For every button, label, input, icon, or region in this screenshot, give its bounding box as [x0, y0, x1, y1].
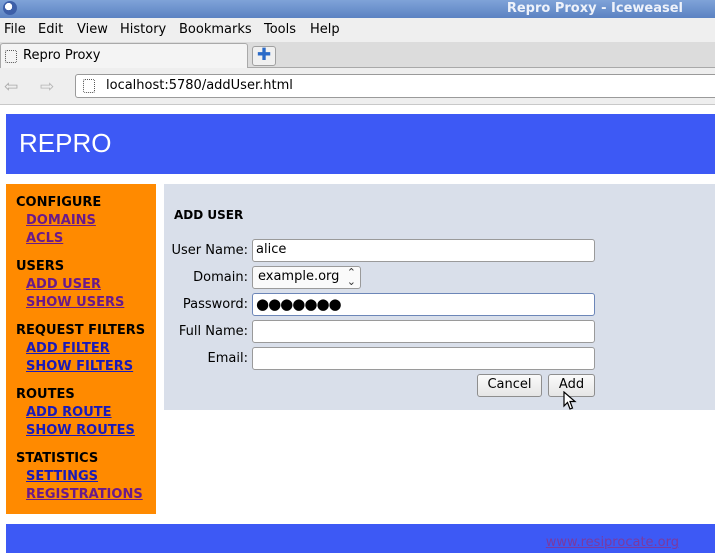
section-users: USERS [16, 259, 65, 274]
menu-history[interactable]: History [120, 21, 166, 38]
sidebar-link-acls[interactable]: ACLS [26, 231, 63, 246]
email-input[interactable] [252, 347, 595, 370]
sidebar-link-show-routes[interactable]: SHOW ROUTES [26, 423, 135, 438]
sidebar-link-add-route[interactable]: ADD ROUTE [26, 405, 112, 420]
tab-label: Repro Proxy [23, 48, 101, 63]
chevron-updown-icon: ⌃ ⌄ [346, 266, 356, 288]
sidebar: CONFIGURE DOMAINS ACLS USERS ADD USER SH… [6, 184, 156, 514]
menu-file[interactable]: File [4, 21, 26, 38]
email-label: Email: [207, 351, 248, 366]
tab-strip: Repro Proxy ✚ [0, 42, 715, 68]
domain-label: Domain: [193, 270, 248, 285]
sidebar-link-domains[interactable]: DOMAINS [26, 213, 96, 228]
url-bar[interactable]: localhost:5780/addUser.html [75, 74, 715, 98]
sidebar-link-show-users[interactable]: SHOW USERS [26, 295, 124, 310]
password-label: Password: [182, 297, 248, 312]
full-name-input[interactable] [252, 320, 595, 343]
sidebar-link-settings[interactable]: SETTINGS [26, 469, 98, 484]
full-name-label: Full Name: [178, 324, 248, 339]
resiprocate-link[interactable]: www.resiprocate.org [546, 535, 679, 550]
menu-help[interactable]: Help [310, 21, 340, 38]
menu-tools[interactable]: Tools [264, 21, 296, 38]
site-identity-icon[interactable] [83, 79, 95, 93]
form-title: ADD USER [174, 208, 244, 222]
url-text: localhost:5780/addUser.html [106, 78, 293, 93]
sidebar-link-show-filters[interactable]: SHOW FILTERS [26, 359, 133, 374]
password-input[interactable]: ●●●●●●● [252, 293, 595, 316]
add-user-form: ADD USER User Name: alice Domain: exampl… [164, 184, 715, 410]
window-titlebar: Repro Proxy - Iceweasel [0, 0, 715, 18]
iceweasel-icon [3, 1, 17, 15]
page-header: REPRO [6, 114, 715, 174]
sidebar-link-add-user[interactable]: ADD USER [26, 277, 101, 292]
sidebar-link-add-filter[interactable]: ADD FILTER [26, 341, 110, 356]
page-icon [5, 50, 17, 63]
page-content: REPRO CONFIGURE DOMAINS ACLS USERS ADD U… [0, 106, 715, 553]
cancel-button[interactable]: Cancel [477, 374, 542, 397]
sidebar-link-registrations[interactable]: REGISTRATIONS [26, 487, 143, 502]
user-name-label: User Name: [171, 243, 249, 258]
section-routes: ROUTES [16, 387, 75, 402]
page-footer: www.resiprocate.org [6, 524, 715, 553]
user-name-input[interactable]: alice [252, 239, 595, 262]
brand-title: REPRO [19, 128, 112, 158]
menu-edit[interactable]: Edit [38, 21, 63, 38]
section-request-filters: REQUEST FILTERS [16, 323, 146, 338]
domain-value: example.org [258, 269, 340, 284]
back-arrow-icon[interactable]: ⇦ [4, 77, 18, 97]
password-mask: ●●●●●●● [256, 295, 342, 313]
domain-select[interactable]: example.org ⌃ ⌄ [252, 266, 361, 289]
section-statistics: STATISTICS [16, 451, 99, 466]
mouse-pointer-icon [563, 391, 577, 410]
navigation-bar: ⇦ ⇨ localhost:5780/addUser.html [0, 68, 715, 105]
menu-bookmarks[interactable]: Bookmarks [179, 21, 252, 38]
plus-icon: ✚ [256, 45, 272, 65]
menu-view[interactable]: View [77, 21, 108, 38]
menu-bar: File Edit View History Bookmarks Tools H… [0, 18, 715, 42]
section-configure: CONFIGURE [16, 195, 102, 210]
forward-arrow-icon[interactable]: ⇨ [40, 77, 54, 97]
new-tab-button[interactable]: ✚ [252, 46, 276, 66]
tab-repro-proxy[interactable]: Repro Proxy [0, 43, 248, 68]
window-title: Repro Proxy - Iceweasel [506, 1, 683, 16]
